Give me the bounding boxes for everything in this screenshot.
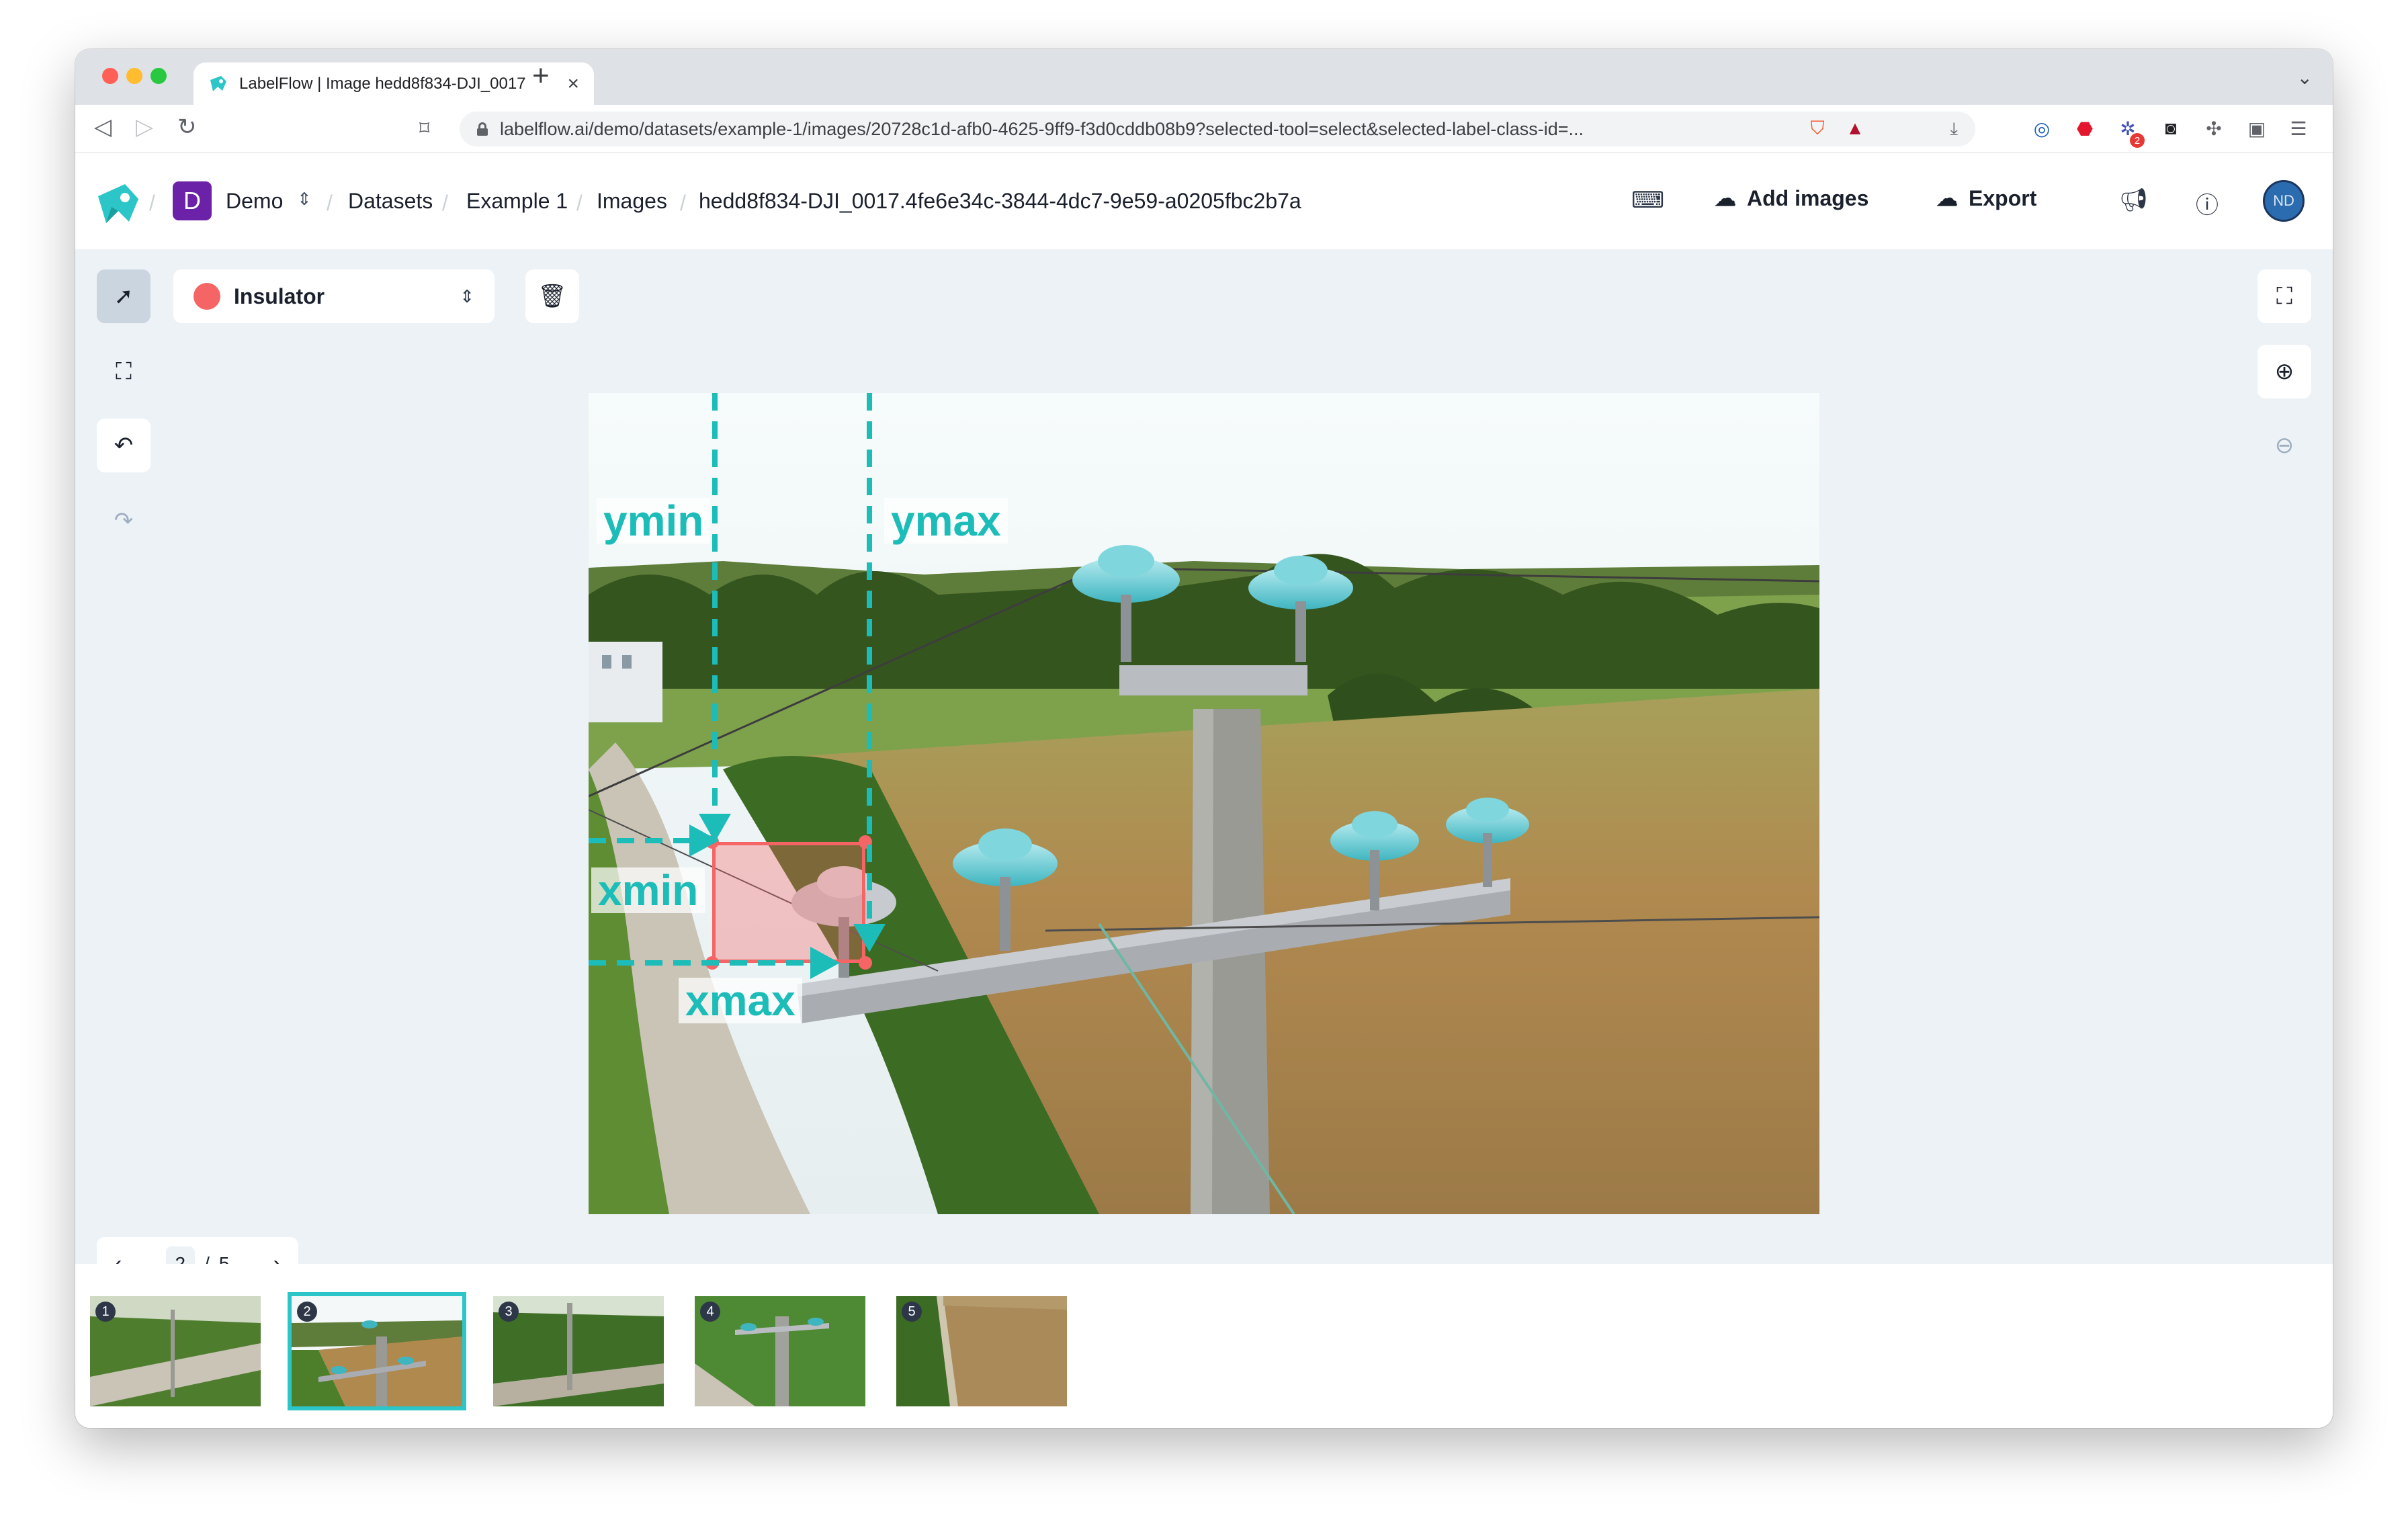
delete-label-button[interactable]: 🗑︎ bbox=[525, 269, 579, 323]
zoom-in-button[interactable]: ⊕ bbox=[2258, 345, 2311, 398]
image-canvas[interactable]: ymin ymax xmin xmax bbox=[589, 393, 1819, 1214]
maximize-window-button[interactable] bbox=[150, 68, 167, 84]
labelflow-logo-icon[interactable] bbox=[95, 181, 141, 224]
breadcrumb-separator: / bbox=[576, 191, 583, 215]
chevron-up-down-icon: ⇕ bbox=[460, 286, 474, 306]
cursor-arrow-icon: ➚ bbox=[114, 284, 134, 309]
browser-menu-icon[interactable]: ☰ bbox=[2286, 116, 2311, 141]
trash-icon: 🗑︎ bbox=[538, 284, 567, 309]
breadcrumb-datasets[interactable]: Datasets bbox=[348, 189, 433, 214]
add-images-button[interactable]: ☁ Add images bbox=[1715, 185, 1868, 211]
breadcrumb-images[interactable]: Images bbox=[597, 189, 667, 214]
ymax-label: ymax bbox=[884, 498, 1008, 544]
thumbnail-number: 2 bbox=[297, 1302, 317, 1322]
url-field[interactable]: labelflow.ai/demo/datasets/example-1/ima… bbox=[460, 112, 1975, 146]
back-icon[interactable]: ◁ bbox=[94, 116, 112, 138]
breadcrumb-separator: / bbox=[327, 191, 333, 215]
bounding-box-icon: ⛶ bbox=[116, 358, 132, 384]
export-button[interactable]: ☁ Export bbox=[1936, 185, 2036, 211]
lock-icon bbox=[477, 122, 488, 136]
help-icon[interactable]: ⓘ bbox=[2196, 187, 2219, 220]
label-class-select[interactable]: Insulator ⇕ bbox=[173, 269, 494, 323]
wallet-icon[interactable]: ▣ bbox=[2244, 116, 2270, 141]
breadcrumb-separator: / bbox=[442, 191, 448, 215]
xmin-label: xmin bbox=[591, 867, 705, 913]
tab-strip: LabelFlow | Image hedd8f834-DJI_0017 × +… bbox=[75, 49, 2333, 105]
thumbnail-image bbox=[695, 1296, 865, 1406]
adblock-icon[interactable]: ⬣ bbox=[2072, 116, 2098, 141]
undo-button[interactable]: ↶ bbox=[97, 419, 150, 472]
breadcrumb-current-image: hedd8f834-DJI_0017.4fe6e34c-3844-4dc7-9e… bbox=[699, 189, 1301, 213]
breadcrumb-separator: / bbox=[680, 191, 686, 215]
thumbnail-number: 1 bbox=[95, 1302, 116, 1322]
thumbnail-image bbox=[896, 1296, 1067, 1406]
label-class-name: Insulator bbox=[234, 284, 325, 308]
bookmark-icon[interactable]: ⌑ bbox=[419, 117, 429, 140]
forward-icon[interactable]: ▷ bbox=[136, 116, 153, 138]
redo-icon: ↷ bbox=[114, 508, 134, 534]
tab-close-icon[interactable]: × bbox=[567, 73, 579, 94]
browser-window: LabelFlow | Image hedd8f834-DJI_0017 × +… bbox=[75, 49, 2333, 1428]
announcements-megaphone-icon[interactable]: 📢︎ bbox=[2119, 187, 2148, 214]
label-class-color-dot bbox=[194, 283, 220, 310]
gallery-thumbnail[interactable]: 4 bbox=[695, 1296, 865, 1406]
extension-badge-count: 2 bbox=[2130, 133, 2145, 148]
thumbnail-image bbox=[90, 1296, 261, 1406]
thumbnail-number: 5 bbox=[902, 1302, 922, 1322]
selection-tool-button[interactable]: ➚ bbox=[97, 269, 150, 323]
zoom-out-button[interactable]: ⊖ bbox=[2258, 419, 2311, 472]
redo-button[interactable]: ↷ bbox=[97, 494, 150, 548]
dataset-avatar: D bbox=[173, 181, 212, 220]
zoom-in-icon: ⊕ bbox=[2274, 359, 2294, 384]
extensions-puzzle-icon[interactable]: ✣ bbox=[2201, 116, 2227, 141]
fullscreen-button[interactable]: ⛶ bbox=[2258, 269, 2311, 323]
address-bar: ◁ ▷ ↻ ⌑ labelflow.ai/demo/datasets/examp… bbox=[75, 105, 2333, 153]
zoom-out-icon: ⊖ bbox=[2274, 433, 2294, 458]
install-app-icon[interactable]: ⤓ bbox=[1950, 118, 1959, 140]
password-manager-icon[interactable]: ◎ bbox=[2029, 116, 2055, 141]
breadcrumb-workspace[interactable]: Demo bbox=[226, 189, 283, 214]
coordinate-guides-overlay bbox=[589, 393, 886, 979]
brave-shield-icon[interactable]: ⛉ bbox=[1805, 116, 1830, 141]
image-gallery: 1 2 3 4 5 bbox=[75, 1264, 2333, 1428]
add-images-label: Add images bbox=[1747, 185, 1869, 210]
cloud-upload-icon: ☁ bbox=[1715, 186, 1736, 210]
ymin-label: ymin bbox=[597, 498, 711, 544]
thumbnail-number: 4 bbox=[700, 1302, 720, 1322]
workspace-switcher-icon[interactable]: ⇕ bbox=[297, 189, 312, 210]
close-window-button[interactable] bbox=[102, 68, 118, 84]
breadcrumb-separator: / bbox=[149, 191, 155, 215]
gallery-thumbnail-selected[interactable]: 2 bbox=[288, 1292, 466, 1410]
screenshot-extension-icon[interactable]: ◙ bbox=[2158, 116, 2184, 141]
thumbnail-number: 3 bbox=[499, 1302, 519, 1322]
app-header: / D Demo ⇕ / Datasets / Example 1 / Imag… bbox=[75, 153, 2333, 249]
bounding-box-tool-button[interactable]: ⛶ bbox=[97, 345, 150, 398]
thumbnail-image bbox=[292, 1296, 462, 1406]
user-avatar[interactable]: ND bbox=[2263, 180, 2305, 222]
brave-rewards-icon[interactable]: ▲ bbox=[1842, 116, 1868, 141]
tab-title: LabelFlow | Image hedd8f834-DJI_0017 bbox=[239, 74, 526, 93]
url-text: labelflow.ai/demo/datasets/example-1/ima… bbox=[500, 118, 1584, 139]
export-label: Export bbox=[1969, 185, 2037, 210]
breadcrumb-dataset[interactable]: Example 1 bbox=[466, 189, 568, 214]
labelflow-favicon-icon bbox=[210, 75, 226, 91]
gallery-thumbnail[interactable]: 3 bbox=[493, 1296, 664, 1406]
thumbnail-image bbox=[493, 1296, 664, 1406]
tab-search-chevron-icon[interactable]: ⌄ bbox=[2297, 67, 2313, 89]
reload-icon[interactable]: ↻ bbox=[177, 116, 197, 138]
xmax-label: xmax bbox=[679, 978, 802, 1023]
new-tab-icon[interactable]: + bbox=[532, 61, 550, 91]
fullscreen-icon: ⛶ bbox=[2276, 283, 2292, 309]
labelling-workspace: ➚ ⛶ ↶ ↷ Insulator ⇕ 🗑︎ ⛶ ⊕ ⊖ ymin ymax x… bbox=[75, 249, 2333, 1291]
minimize-window-button[interactable] bbox=[126, 68, 142, 84]
gallery-thumbnail[interactable]: 1 bbox=[90, 1296, 261, 1406]
undo-icon: ↶ bbox=[114, 433, 134, 458]
gallery-thumbnail[interactable]: 5 bbox=[896, 1296, 1067, 1406]
cloud-download-icon: ☁ bbox=[1936, 186, 1958, 210]
keyboard-shortcuts-icon[interactable]: ⌨ bbox=[1631, 187, 1664, 214]
